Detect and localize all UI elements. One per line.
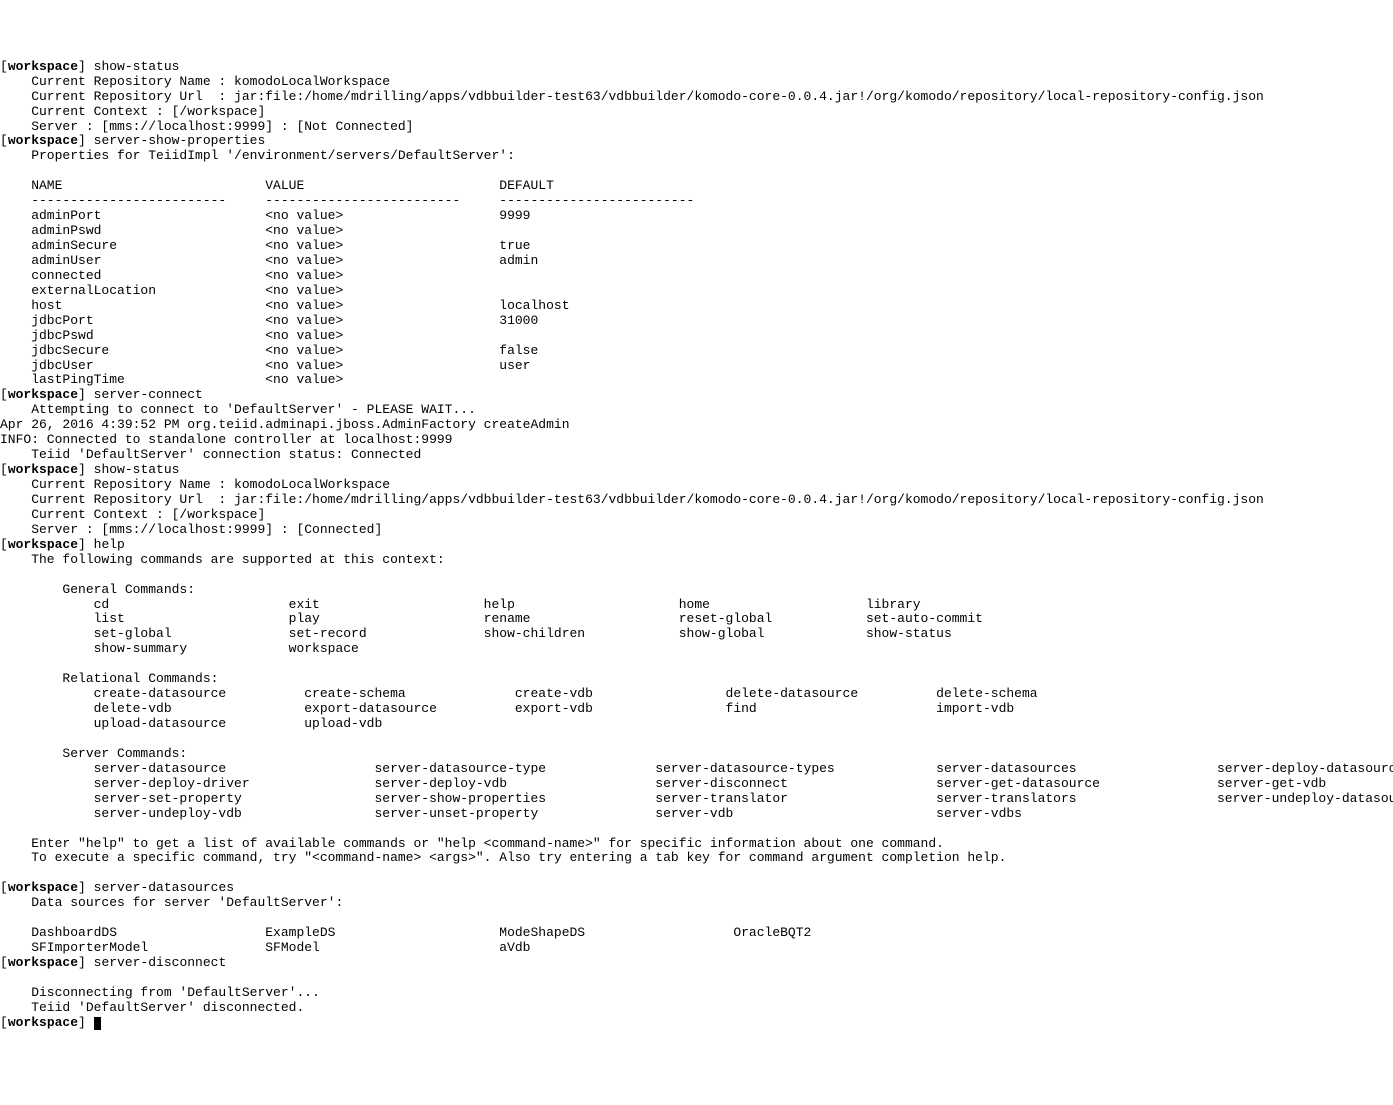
prompt-context: workspace <box>8 880 78 895</box>
prop-row: adminSecure <no value> true <box>0 238 531 253</box>
prompt-context: workspace <box>8 955 78 970</box>
help-cmd-row: list play rename reset-global set-auto-c… <box>0 611 983 626</box>
disconnect-msg: Disconnecting from 'DefaultServer'... <box>0 985 320 1000</box>
prop-row: host <no value> localhost <box>0 298 570 313</box>
status-repo-url: Current Repository Url : jar:file:/home/… <box>0 89 1264 104</box>
disconnect-status: Teiid 'DefaultServer' disconnected. <box>0 1000 304 1015</box>
help-cmd-row: server-datasource server-datasource-type… <box>0 761 1393 776</box>
prop-row: adminPort <no value> 9999 <box>0 208 531 223</box>
prompt-context: workspace <box>8 462 78 477</box>
status-server: Server : [mms://localhost:9999] : [Conne… <box>0 522 382 537</box>
command-input: show-status <box>94 462 180 477</box>
command-input: server-show-properties <box>94 133 266 148</box>
status-repo-name: Current Repository Name : komodoLocalWor… <box>0 74 390 89</box>
ds-header: Data sources for server 'DefaultServer': <box>0 895 343 910</box>
connect-info: INFO: Connected to standalone controller… <box>0 432 452 447</box>
help-cmd-row: set-global set-record show-children show… <box>0 626 952 641</box>
connect-log: Apr 26, 2016 4:39:52 PM org.teiid.admina… <box>0 417 570 432</box>
status-repo-url: Current Repository Url : jar:file:/home/… <box>0 492 1264 507</box>
status-server: Server : [mms://localhost:9999] : [Not C… <box>0 119 413 134</box>
status-context: Current Context : [/workspace] <box>0 104 265 119</box>
help-section-title: General Commands: <box>0 582 195 597</box>
prop-row: connected <no value> <box>0 268 343 283</box>
prop-row: externalLocation <no value> <box>0 283 343 298</box>
prop-row: jdbcPswd <no value> <box>0 328 343 343</box>
help-cmd-row: upload-datasource upload-vdb <box>0 716 382 731</box>
prop-row: adminUser <no value> admin <box>0 253 538 268</box>
props-columns: NAME VALUE DEFAULT <box>0 178 554 193</box>
help-cmd-row: show-summary workspace <box>0 641 359 656</box>
terminal-output[interactable]: [workspace] show-status Current Reposito… <box>0 60 1393 1031</box>
prompt-context: workspace <box>8 387 78 402</box>
help-section-title: Server Commands: <box>0 746 187 761</box>
command-input: server-connect <box>94 387 203 402</box>
help-cmd-row: server-set-property server-show-properti… <box>0 791 1393 806</box>
command-input: show-status <box>94 59 180 74</box>
cursor-icon <box>94 1017 101 1030</box>
command-input: help <box>94 537 125 552</box>
help-section-title: Relational Commands: <box>0 671 218 686</box>
prompt-context: workspace <box>8 59 78 74</box>
ds-row: DashboardDS ExampleDS ModeShapeDS Oracle… <box>0 925 811 940</box>
help-cmd-row: server-deploy-driver server-deploy-vdb s… <box>0 776 1326 791</box>
command-input: server-disconnect <box>94 955 227 970</box>
prop-row: lastPingTime <no value> <box>0 372 343 387</box>
status-context: Current Context : [/workspace] <box>0 507 265 522</box>
command-input: server-datasources <box>94 880 234 895</box>
prompt-context: workspace <box>8 133 78 148</box>
help-cmd-row: delete-vdb export-datasource export-vdb … <box>0 701 1014 716</box>
help-intro: The following commands are supported at … <box>0 552 445 567</box>
props-header: Properties for TeiidImpl '/environment/s… <box>0 148 515 163</box>
props-separator: ------------------------- --------------… <box>0 193 694 208</box>
status-repo-name: Current Repository Name : komodoLocalWor… <box>0 477 390 492</box>
help-footer: Enter "help" to get a list of available … <box>0 836 944 851</box>
connect-status: Teiid 'DefaultServer' connection status:… <box>0 447 421 462</box>
ds-row: SFImporterModel SFModel aVdb <box>0 940 531 955</box>
prop-row: jdbcPort <no value> 31000 <box>0 313 538 328</box>
help-footer: To execute a specific command, try "<com… <box>0 850 1006 865</box>
prop-row: adminPswd <no value> <box>0 223 343 238</box>
connect-msg: Attempting to connect to 'DefaultServer'… <box>0 402 476 417</box>
prompt-context: workspace <box>8 537 78 552</box>
prompt-context: workspace <box>8 1015 78 1030</box>
help-cmd-row: cd exit help home library <box>0 597 921 612</box>
help-cmd-row: server-undeploy-vdb server-unset-propert… <box>0 806 1022 821</box>
prop-row: jdbcSecure <no value> false <box>0 343 538 358</box>
prop-row: jdbcUser <no value> user <box>0 358 531 373</box>
help-cmd-row: create-datasource create-schema create-v… <box>0 686 1038 701</box>
